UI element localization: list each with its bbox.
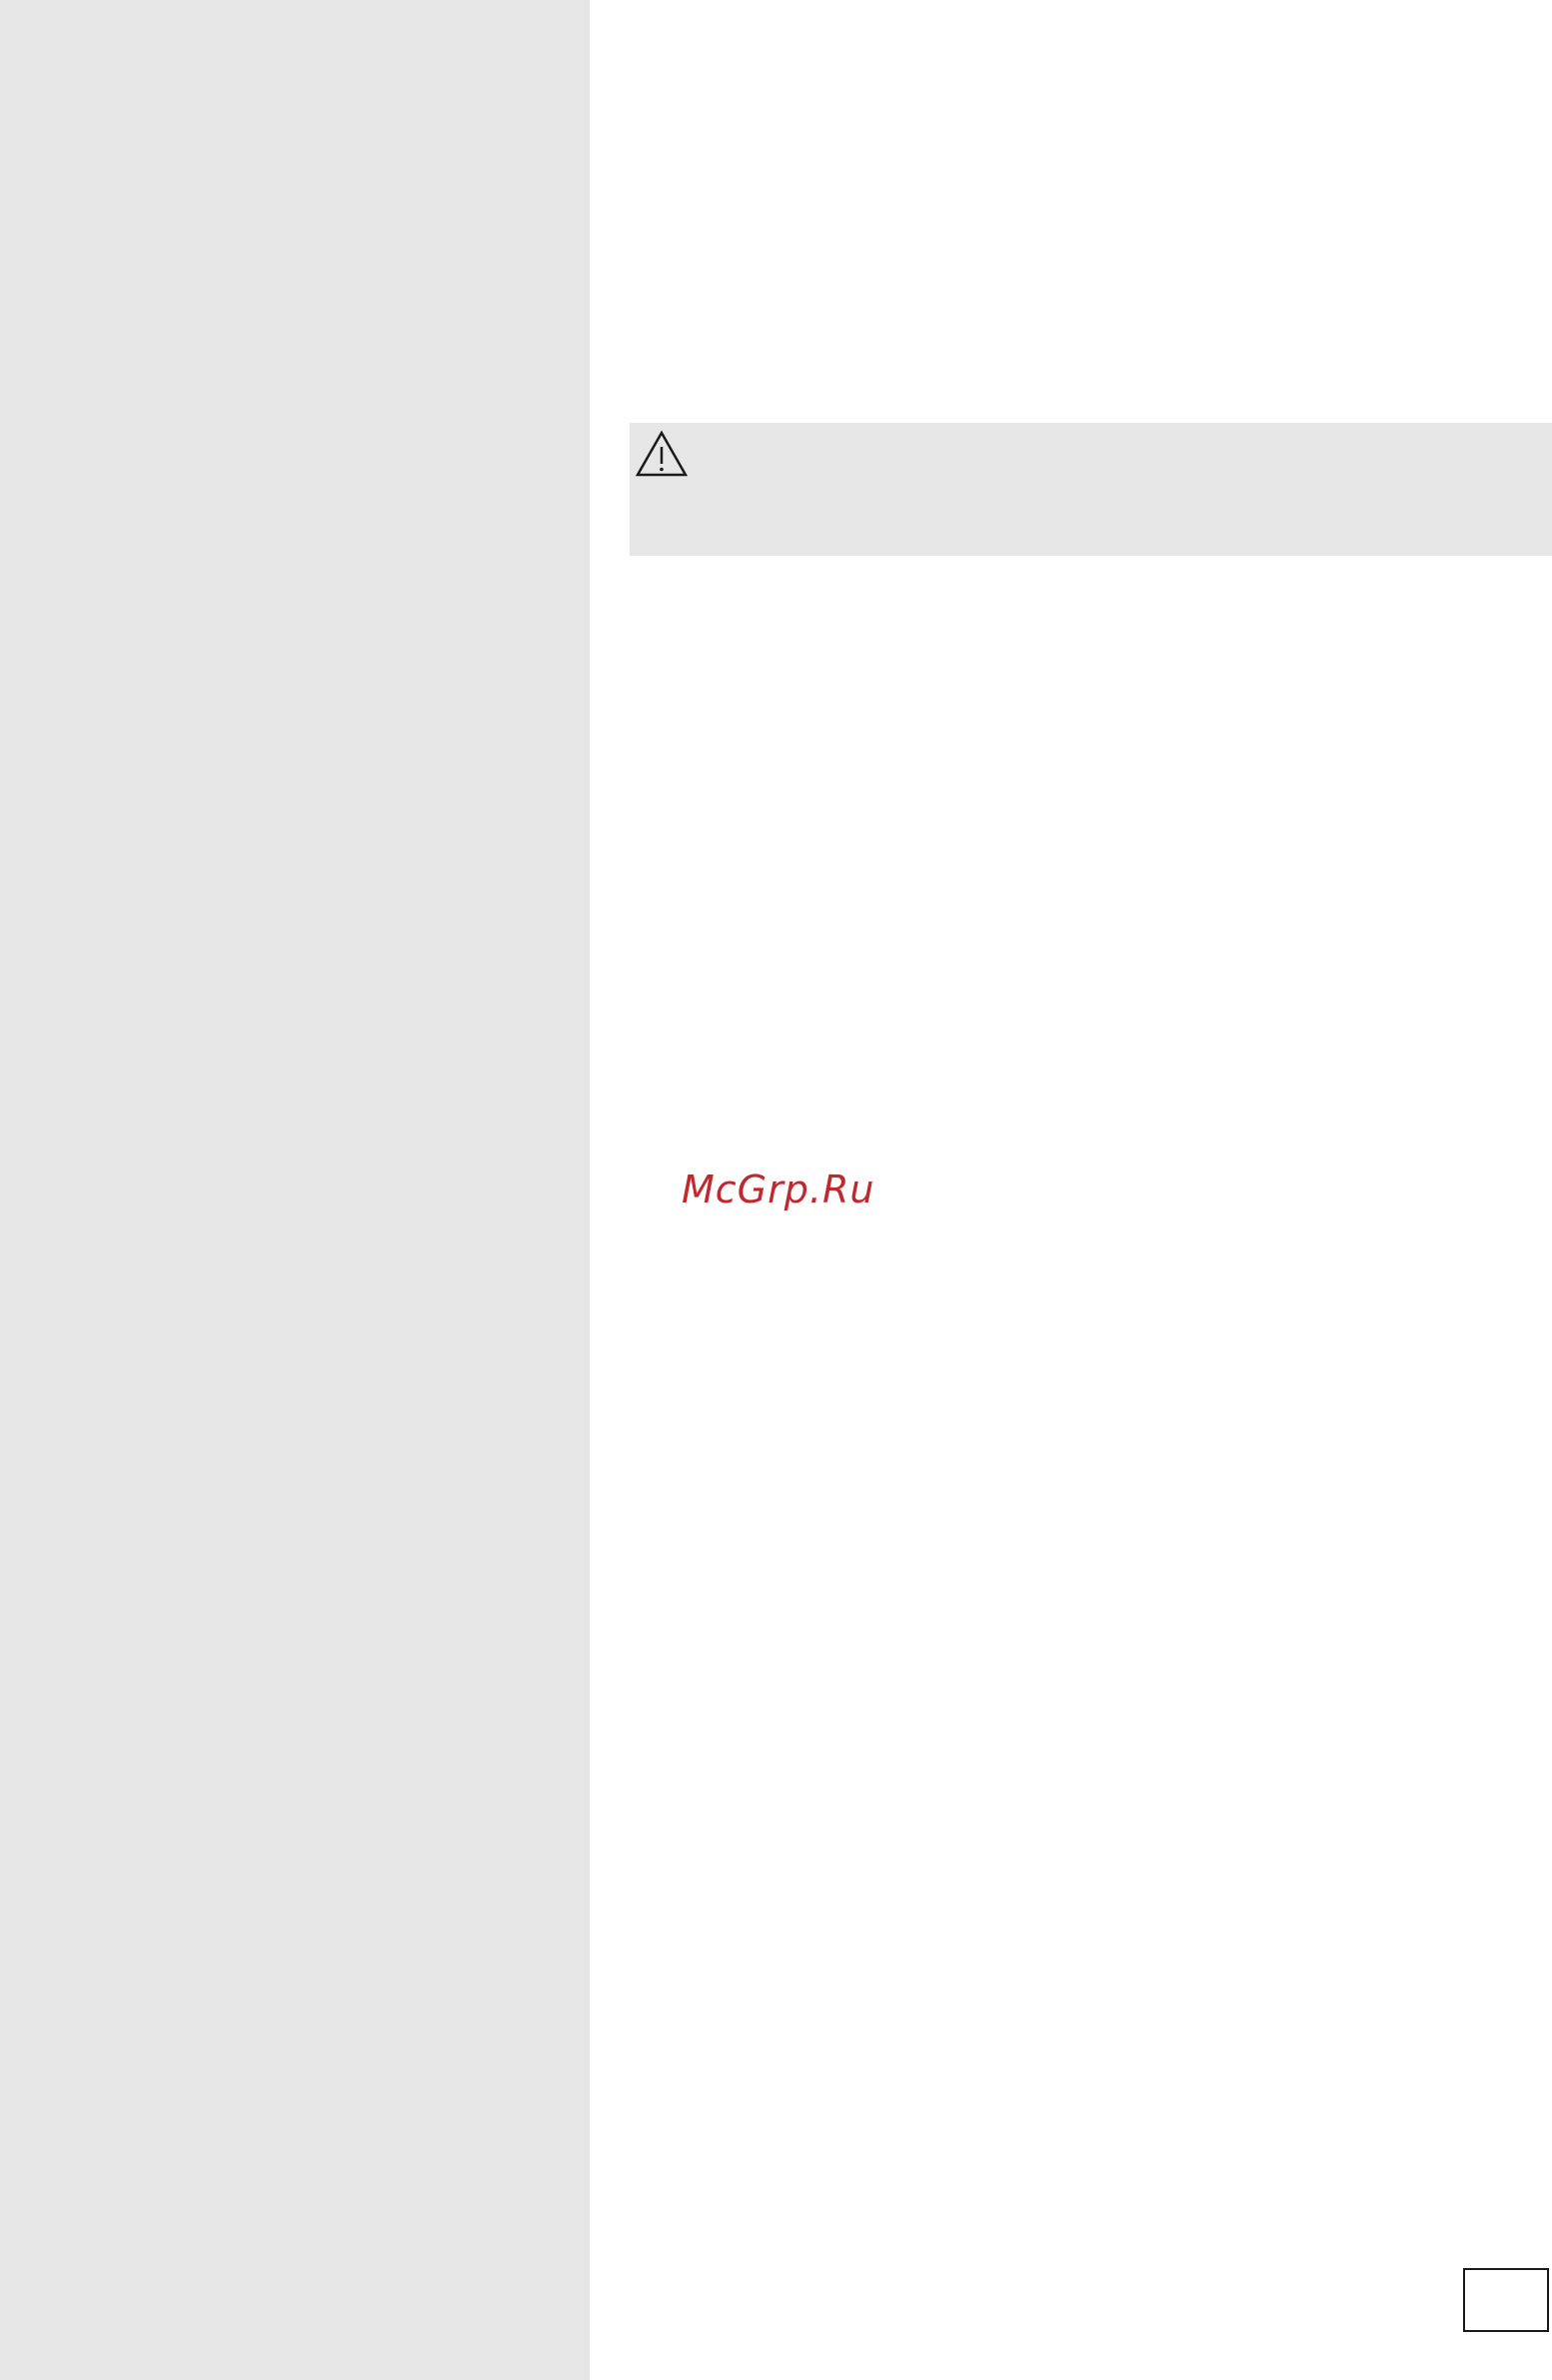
warning-triangle-icon [635, 430, 689, 478]
warning-box [630, 423, 1552, 556]
side-column [0, 0, 590, 2380]
watermark: McGrp.Ru [682, 1168, 875, 1211]
page-number-box [1463, 2268, 1549, 2332]
